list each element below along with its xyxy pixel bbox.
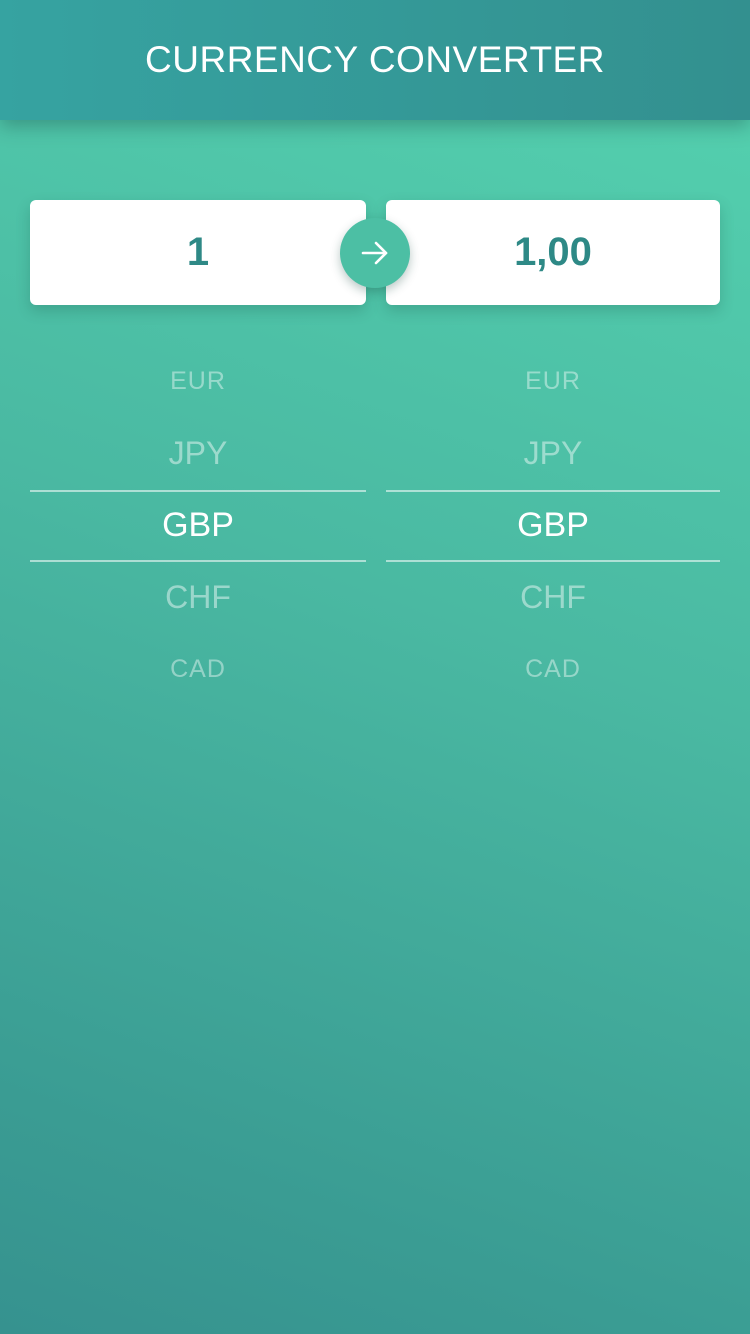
picker-selected-option[interactable]: GBP xyxy=(30,489,366,561)
app-header: CURRENCY CONVERTER xyxy=(0,0,750,120)
picker-option[interactable]: CAD xyxy=(386,633,720,705)
picker-option[interactable]: CHF xyxy=(386,561,720,633)
picker-option[interactable]: JPY xyxy=(30,417,366,489)
convert-button[interactable] xyxy=(340,218,410,288)
picker-option[interactable]: CAD xyxy=(30,633,366,705)
picker-option[interactable]: EUR xyxy=(386,345,720,417)
picker-option[interactable]: CHF xyxy=(30,561,366,633)
from-amount-field[interactable]: 1 xyxy=(30,200,366,305)
from-currency-picker[interactable]: EUR JPY GBP CHF CAD xyxy=(30,345,366,705)
picker-option[interactable]: EUR xyxy=(30,345,366,417)
page-title: CURRENCY CONVERTER xyxy=(145,39,605,80)
picker-selected-option[interactable]: GBP xyxy=(386,489,720,561)
to-amount-field[interactable]: 1,00 xyxy=(386,200,720,305)
picker-option[interactable]: JPY xyxy=(386,417,720,489)
arrow-right-icon xyxy=(359,237,391,269)
to-currency-picker[interactable]: EUR JPY GBP CHF CAD xyxy=(386,345,720,705)
